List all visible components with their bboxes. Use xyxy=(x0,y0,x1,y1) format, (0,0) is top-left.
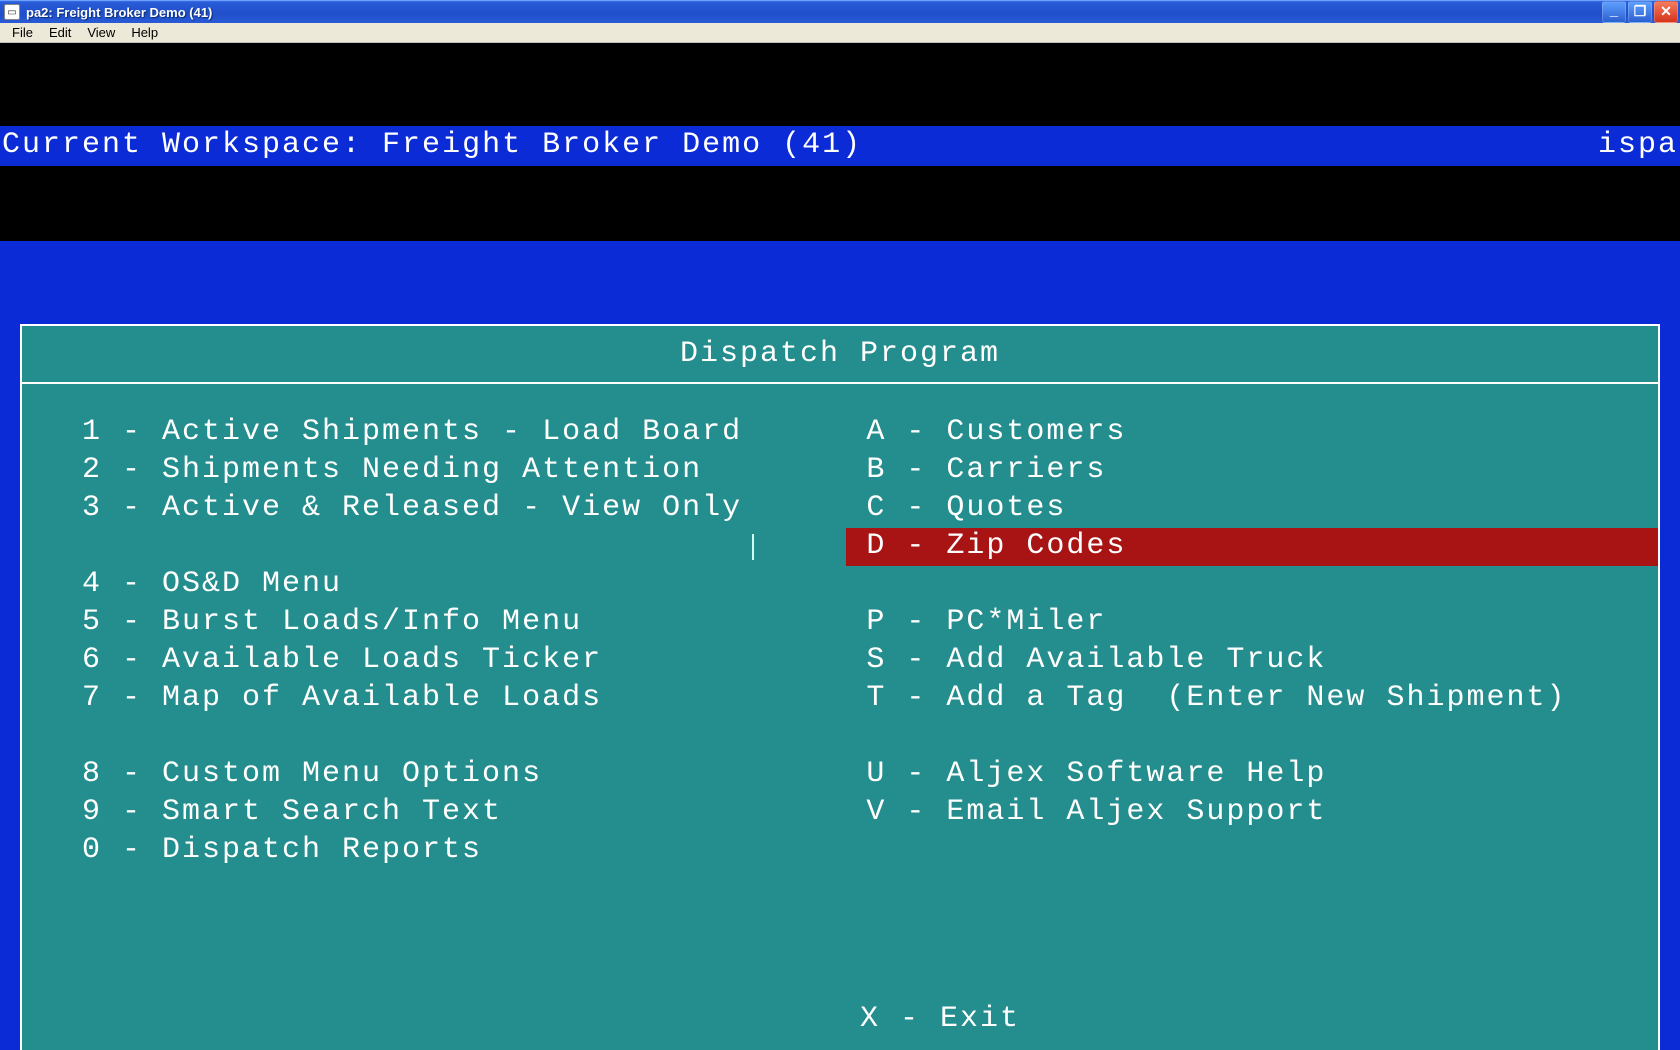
menu-item-b[interactable]: B - Carriers xyxy=(846,452,1658,490)
menu-blank-row xyxy=(82,718,846,756)
menu-blank-row xyxy=(846,718,1658,756)
menu-edit[interactable]: Edit xyxy=(41,23,79,42)
menu-item-5[interactable]: 5 - Burst Loads/Info Menu xyxy=(82,604,846,642)
menu-item-0[interactable]: 0 - Dispatch Reports xyxy=(82,832,846,870)
menu-exit-key: X xyxy=(860,1002,880,1036)
menu-item-c[interactable]: C - Quotes xyxy=(846,490,1658,528)
menu-item-9[interactable]: 9 - Smart Search Text xyxy=(82,794,846,832)
workspace-label: Current Workspace: Freight Broker Demo (… xyxy=(2,127,862,165)
text-cursor xyxy=(752,534,754,560)
window-titlebar: ▭ pa2: Freight Broker Demo (41) _ ❐ ✕ xyxy=(0,0,1680,23)
menu-item-3[interactable]: 3 - Active & Released - View Only xyxy=(82,490,846,528)
workspace-line: Current Workspace: Freight Broker Demo (… xyxy=(0,126,1680,166)
menu-item-p[interactable]: P - PC*Miler xyxy=(846,604,1658,642)
menu-item-6[interactable]: 6 - Available Loads Ticker xyxy=(82,642,846,680)
menu-item-u[interactable]: U - Aljex Software Help xyxy=(846,756,1658,794)
maximize-button[interactable]: ❐ xyxy=(1628,1,1652,23)
menu-blank-row xyxy=(846,566,1658,604)
menu-item-v[interactable]: V - Email Aljex Support xyxy=(846,794,1658,832)
menu-item-4[interactable]: 4 - OS&D Menu xyxy=(82,566,846,604)
workspace-right: ispa xyxy=(1598,127,1678,165)
app-icon: ▭ xyxy=(4,4,20,20)
panel-title: Dispatch Program xyxy=(22,326,1658,384)
menu-file[interactable]: File xyxy=(4,23,41,42)
menu-item-8[interactable]: 8 - Custom Menu Options xyxy=(82,756,846,794)
menu-blank-row xyxy=(82,528,846,566)
menu-item-d[interactable]: D - Zip Codes xyxy=(846,528,1658,566)
menu-exit-label: Exit xyxy=(940,1002,1020,1036)
menu-item-7[interactable]: 7 - Map of Available Loads xyxy=(82,680,846,718)
menu-exit-row[interactable]: X - Exit xyxy=(22,964,1658,1050)
menu-item-t[interactable]: T - Add a Tag (Enter New Shipment) xyxy=(846,680,1658,718)
close-button[interactable]: ✕ xyxy=(1654,1,1678,23)
menu-item-a[interactable]: A - Customers xyxy=(846,414,1658,452)
menu-item-1[interactable]: 1 - Active Shipments - Load Board xyxy=(82,414,846,452)
minimize-button[interactable]: _ xyxy=(1602,1,1626,23)
menu-left-column: 1 - Active Shipments - Load Board2 - Shi… xyxy=(82,414,846,934)
menu-right-column: A - Customers B - Carriers C - Quotes D … xyxy=(846,414,1658,934)
window-title: pa2: Freight Broker Demo (41) xyxy=(26,5,212,20)
terminal-area: Current Workspace: Freight Broker Demo (… xyxy=(0,43,1680,1050)
dispatch-panel: Dispatch Program 1 - Active Shipments - … xyxy=(20,324,1660,1050)
menu-view[interactable]: View xyxy=(79,23,123,42)
menu-item-2[interactable]: 2 - Shipments Needing Attention xyxy=(82,452,846,490)
menubar: File Edit View Help xyxy=(0,23,1680,43)
menu-item-s[interactable]: S - Add Available Truck xyxy=(846,642,1658,680)
menu-help[interactable]: Help xyxy=(123,23,166,42)
